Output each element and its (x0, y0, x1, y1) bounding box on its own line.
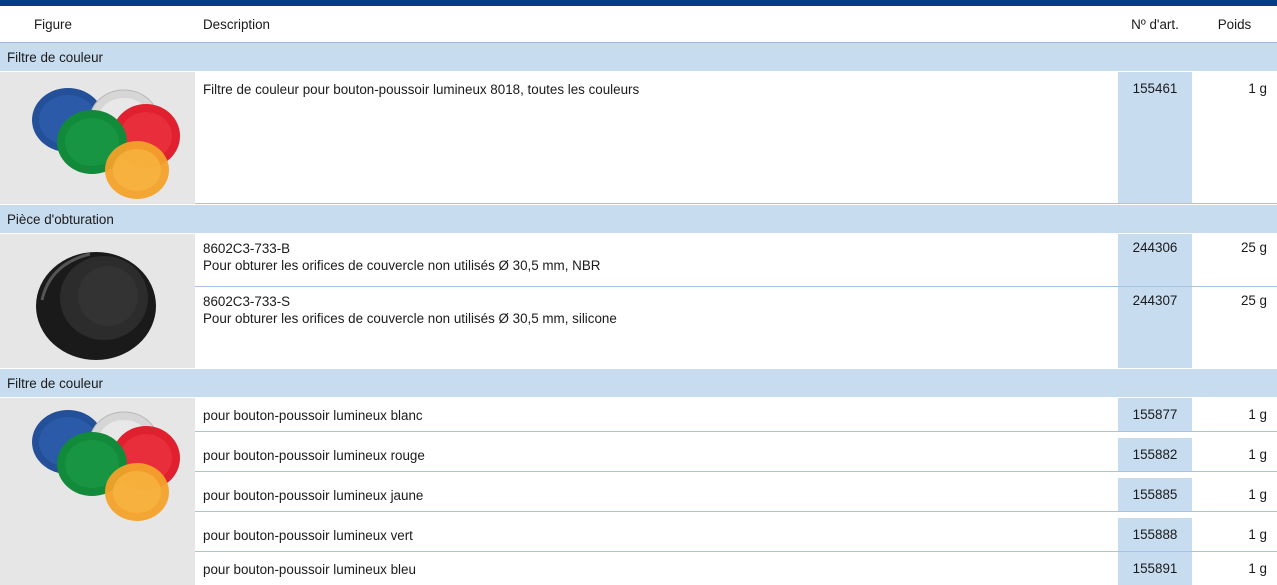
row-weight: 1 g (1248, 81, 1267, 96)
row-description: 8602C3-733-B Pour obturer les orifices d… (203, 240, 600, 274)
row-description: pour bouton-poussoir lumineux vert (203, 528, 413, 543)
row-art-no: 244306 (1118, 234, 1192, 286)
section-header: Filtre de couleur (0, 43, 1277, 72)
row-detail: Pour obturer les orifices de couvercle n… (203, 258, 601, 273)
table-row: pour bouton-poussoir lumineux jaune 1558… (195, 478, 1277, 512)
blanking-plug-image (0, 234, 196, 368)
row-art-no: 155877 (1118, 398, 1192, 431)
row-weight: 25 g (1240, 293, 1267, 308)
table-row: pour bouton-poussoir lumineux bleu 15589… (195, 552, 1277, 585)
row-weight: 25 g (1240, 240, 1267, 255)
row-part-number: 8602C3-733-B (203, 241, 291, 256)
table-row: pour bouton-poussoir lumineux rouge 1558… (195, 438, 1277, 472)
section-title: Pièce d'obturation (7, 212, 114, 227)
column-header-weight: Poids (1217, 17, 1252, 32)
row-weight: 1 g (1248, 561, 1267, 576)
table-row: pour bouton-poussoir lumineux blanc 1558… (195, 398, 1277, 432)
column-header-art-no: Nº d'art. (1131, 17, 1179, 32)
color-filter-caps-image (0, 72, 196, 204)
section-title: Filtre de couleur (7, 376, 104, 391)
table-header: Figure Description Nº d'art. Poids (0, 6, 1277, 43)
table-row: 8602C3-733-B Pour obturer les orifices d… (195, 234, 1277, 287)
row-part-number: 8602C3-733-S (203, 294, 291, 309)
section-header: Pièce d'obturation (0, 205, 1277, 234)
row-description: Filtre de couleur pour bouton-poussoir l… (203, 82, 640, 97)
row-weight: 1 g (1248, 487, 1267, 502)
row-art-no: 155891 (1118, 552, 1192, 585)
row-description: pour bouton-poussoir lumineux rouge (203, 448, 425, 463)
row-detail: Pour obturer les orifices de couvercle n… (203, 311, 617, 326)
column-header-figure: Figure (34, 17, 72, 32)
row-description: pour bouton-poussoir lumineux blanc (203, 408, 423, 423)
table-row: 8602C3-733-S Pour obturer les orifices d… (195, 287, 1277, 368)
row-art-no: 155888 (1118, 518, 1192, 551)
column-header-description: Description (203, 17, 270, 32)
row-description: 8602C3-733-S Pour obturer les orifices d… (203, 293, 617, 327)
row-description: pour bouton-poussoir lumineux bleu (203, 562, 416, 577)
table-row: Filtre de couleur pour bouton-poussoir l… (195, 72, 1277, 204)
row-description: pour bouton-poussoir lumineux jaune (203, 488, 424, 503)
row-art-no: 244307 (1118, 287, 1192, 368)
table-row: pour bouton-poussoir lumineux vert 15588… (195, 518, 1277, 552)
section-header: Filtre de couleur (0, 369, 1277, 398)
row-weight: 1 g (1248, 527, 1267, 542)
section-title: Filtre de couleur (7, 50, 104, 65)
row-art-no: 155461 (1118, 72, 1192, 203)
color-filter-caps-image (0, 398, 196, 585)
row-weight: 1 g (1248, 407, 1267, 422)
row-art-no: 155885 (1118, 478, 1192, 511)
row-art-no: 155882 (1118, 438, 1192, 471)
row-weight: 1 g (1248, 447, 1267, 462)
